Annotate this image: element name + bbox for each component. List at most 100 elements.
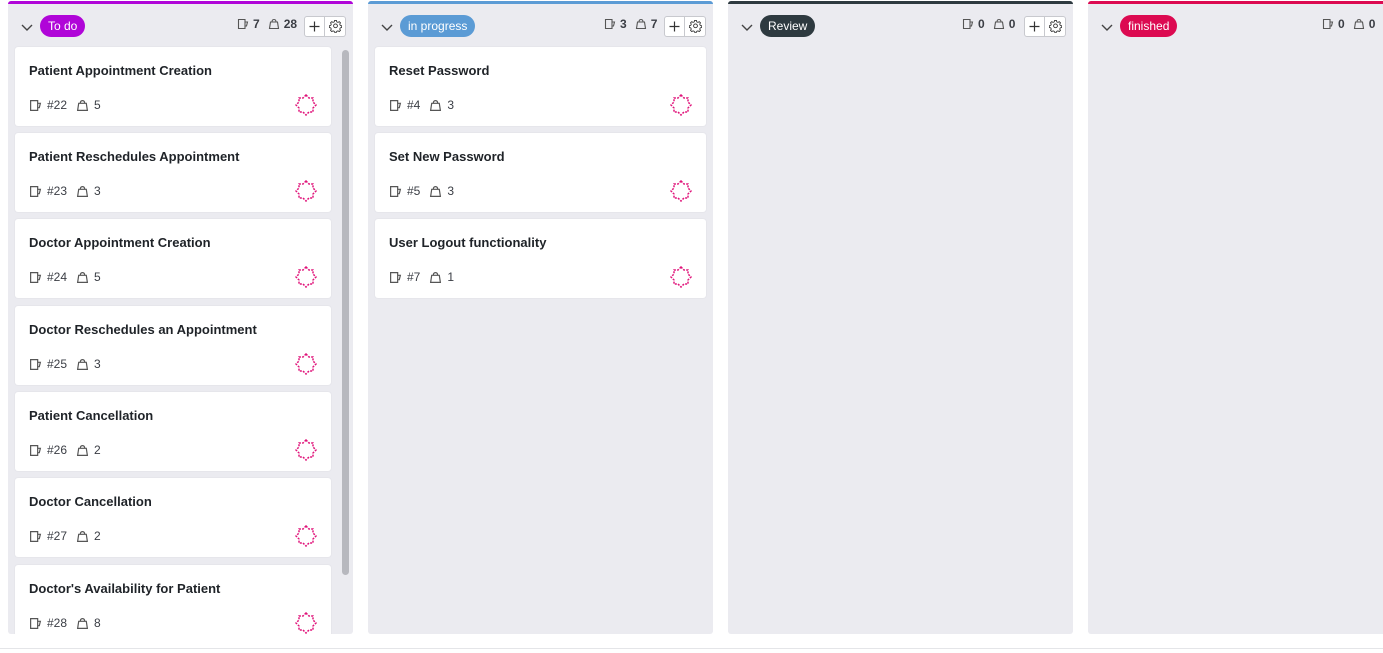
card-title: Patient Appointment Creation bbox=[29, 63, 212, 78]
column-settings-button[interactable] bbox=[325, 16, 346, 37]
story-card[interactable]: Patient Appointment Creation #22 5 bbox=[15, 47, 331, 126]
gear-icon bbox=[328, 20, 342, 33]
story-card[interactable]: Set New Password #5 3 bbox=[375, 133, 706, 212]
story-card[interactable]: Doctor Cancellation #27 2 bbox=[15, 478, 331, 557]
column-settings-button[interactable] bbox=[685, 16, 706, 37]
stories-count: 0 bbox=[978, 17, 985, 31]
column-settings-button[interactable] bbox=[1045, 16, 1066, 37]
user-story-icon bbox=[1322, 18, 1334, 30]
card-title: Patient Reschedules Appointment bbox=[29, 149, 240, 164]
avatar-icon[interactable] bbox=[294, 352, 318, 376]
avatar-icon[interactable] bbox=[669, 179, 693, 203]
plus-icon bbox=[1029, 21, 1040, 32]
story-card[interactable]: Patient Reschedules Appointment #23 3 bbox=[15, 133, 331, 212]
chevron-down-icon[interactable] bbox=[380, 20, 394, 34]
column-header: To do 7 28 bbox=[8, 4, 353, 48]
stories-count: 3 bbox=[620, 17, 627, 31]
avatar-icon[interactable] bbox=[294, 611, 318, 634]
user-story-icon bbox=[604, 18, 616, 30]
weight-icon bbox=[429, 99, 442, 112]
add-card-button[interactable] bbox=[1024, 16, 1045, 37]
plus-icon bbox=[309, 21, 320, 32]
card-title: Reset Password bbox=[389, 63, 490, 78]
weight-icon bbox=[429, 271, 442, 284]
card-points: 1 bbox=[447, 270, 455, 284]
status-badge: To do bbox=[40, 15, 86, 37]
story-card[interactable]: Patient Cancellation #26 2 bbox=[15, 392, 331, 471]
user-story-icon bbox=[29, 530, 42, 543]
user-story-icon bbox=[389, 185, 402, 198]
points-count: 0 bbox=[1368, 17, 1376, 31]
card-title: Doctor Cancellation bbox=[29, 494, 152, 509]
weight-icon bbox=[76, 271, 89, 284]
stories-count: 0 bbox=[1338, 17, 1345, 31]
card-ref: #7 bbox=[407, 270, 421, 284]
card-title: User Logout functionality bbox=[389, 235, 547, 250]
points-count: 7 bbox=[650, 17, 658, 31]
add-card-button[interactable] bbox=[664, 16, 685, 37]
chevron-down-icon[interactable] bbox=[1100, 20, 1114, 34]
card-title: Doctor Reschedules an Appointment bbox=[29, 322, 257, 337]
user-story-icon bbox=[29, 617, 42, 630]
status-badge: Review bbox=[760, 15, 816, 37]
weight-icon bbox=[993, 18, 1005, 30]
column-in-progress: in progress 3 7 Reset Password #4 3 Set … bbox=[368, 1, 713, 634]
weight-icon bbox=[429, 185, 442, 198]
plus-icon bbox=[669, 21, 680, 32]
card-points: 2 bbox=[94, 529, 101, 543]
story-card[interactable]: User Logout functionality #7 1 bbox=[375, 219, 706, 298]
weight-icon bbox=[76, 530, 89, 543]
column-todo: To do 7 28 Patient Appointment Creation … bbox=[8, 1, 353, 634]
card-title: Patient Cancellation bbox=[29, 408, 154, 423]
user-story-icon bbox=[962, 18, 974, 30]
chevron-down-icon[interactable] bbox=[20, 20, 34, 34]
user-story-icon bbox=[29, 99, 42, 112]
card-points: 5 bbox=[94, 98, 101, 112]
story-card[interactable]: Reset Password #4 3 bbox=[375, 47, 706, 126]
column-scrollbar[interactable] bbox=[342, 50, 349, 575]
card-ref: #24 bbox=[47, 270, 68, 284]
card-meta: #7 1 bbox=[389, 270, 454, 284]
user-story-icon bbox=[237, 18, 249, 30]
avatar-icon[interactable] bbox=[669, 265, 693, 289]
weight-icon bbox=[1353, 18, 1365, 30]
card-ref: #4 bbox=[407, 98, 421, 112]
chevron-down-icon[interactable] bbox=[740, 20, 754, 34]
card-meta: #25 3 bbox=[29, 357, 101, 371]
card-ref: #28 bbox=[47, 616, 68, 630]
add-card-button[interactable] bbox=[304, 16, 325, 37]
story-card[interactable]: Doctor Reschedules an Appointment #25 3 bbox=[15, 306, 331, 385]
divider bbox=[0, 648, 1383, 649]
weight-icon bbox=[635, 18, 647, 30]
weight-icon bbox=[76, 358, 89, 371]
points-count: 28 bbox=[283, 17, 298, 31]
card-meta: #4 3 bbox=[389, 98, 454, 112]
stories-count: 7 bbox=[253, 17, 260, 31]
avatar-icon[interactable] bbox=[669, 93, 693, 117]
column-counts: 3 7 bbox=[604, 17, 665, 31]
card-ref: #5 bbox=[407, 184, 421, 198]
card-title: Doctor Appointment Creation bbox=[29, 235, 211, 250]
avatar-icon[interactable] bbox=[294, 93, 318, 117]
avatar-icon[interactable] bbox=[294, 524, 318, 548]
weight-icon bbox=[268, 18, 280, 30]
avatar-icon[interactable] bbox=[294, 179, 318, 203]
card-ref: #25 bbox=[47, 357, 68, 371]
gear-icon bbox=[1048, 20, 1062, 33]
story-card[interactable]: Doctor Appointment Creation #24 5 bbox=[15, 219, 331, 298]
avatar-icon[interactable] bbox=[294, 265, 318, 289]
points-count: 0 bbox=[1008, 17, 1016, 31]
column-finished: finished 0 0 bbox=[1088, 1, 1383, 634]
card-ref: #23 bbox=[47, 184, 68, 198]
avatar-icon[interactable] bbox=[294, 438, 318, 462]
card-points: 8 bbox=[94, 616, 101, 630]
user-story-icon bbox=[29, 444, 42, 457]
card-title: Doctor's Availability for Patient bbox=[29, 581, 221, 596]
status-badge: in progress bbox=[400, 15, 476, 37]
card-meta: #5 3 bbox=[389, 184, 454, 198]
column-header: finished 0 0 bbox=[1088, 4, 1383, 48]
weight-icon bbox=[76, 617, 89, 630]
card-points: 3 bbox=[94, 357, 101, 371]
card-points: 5 bbox=[94, 270, 101, 284]
story-card[interactable]: Doctor's Availability for Patient #28 8 bbox=[15, 565, 331, 634]
